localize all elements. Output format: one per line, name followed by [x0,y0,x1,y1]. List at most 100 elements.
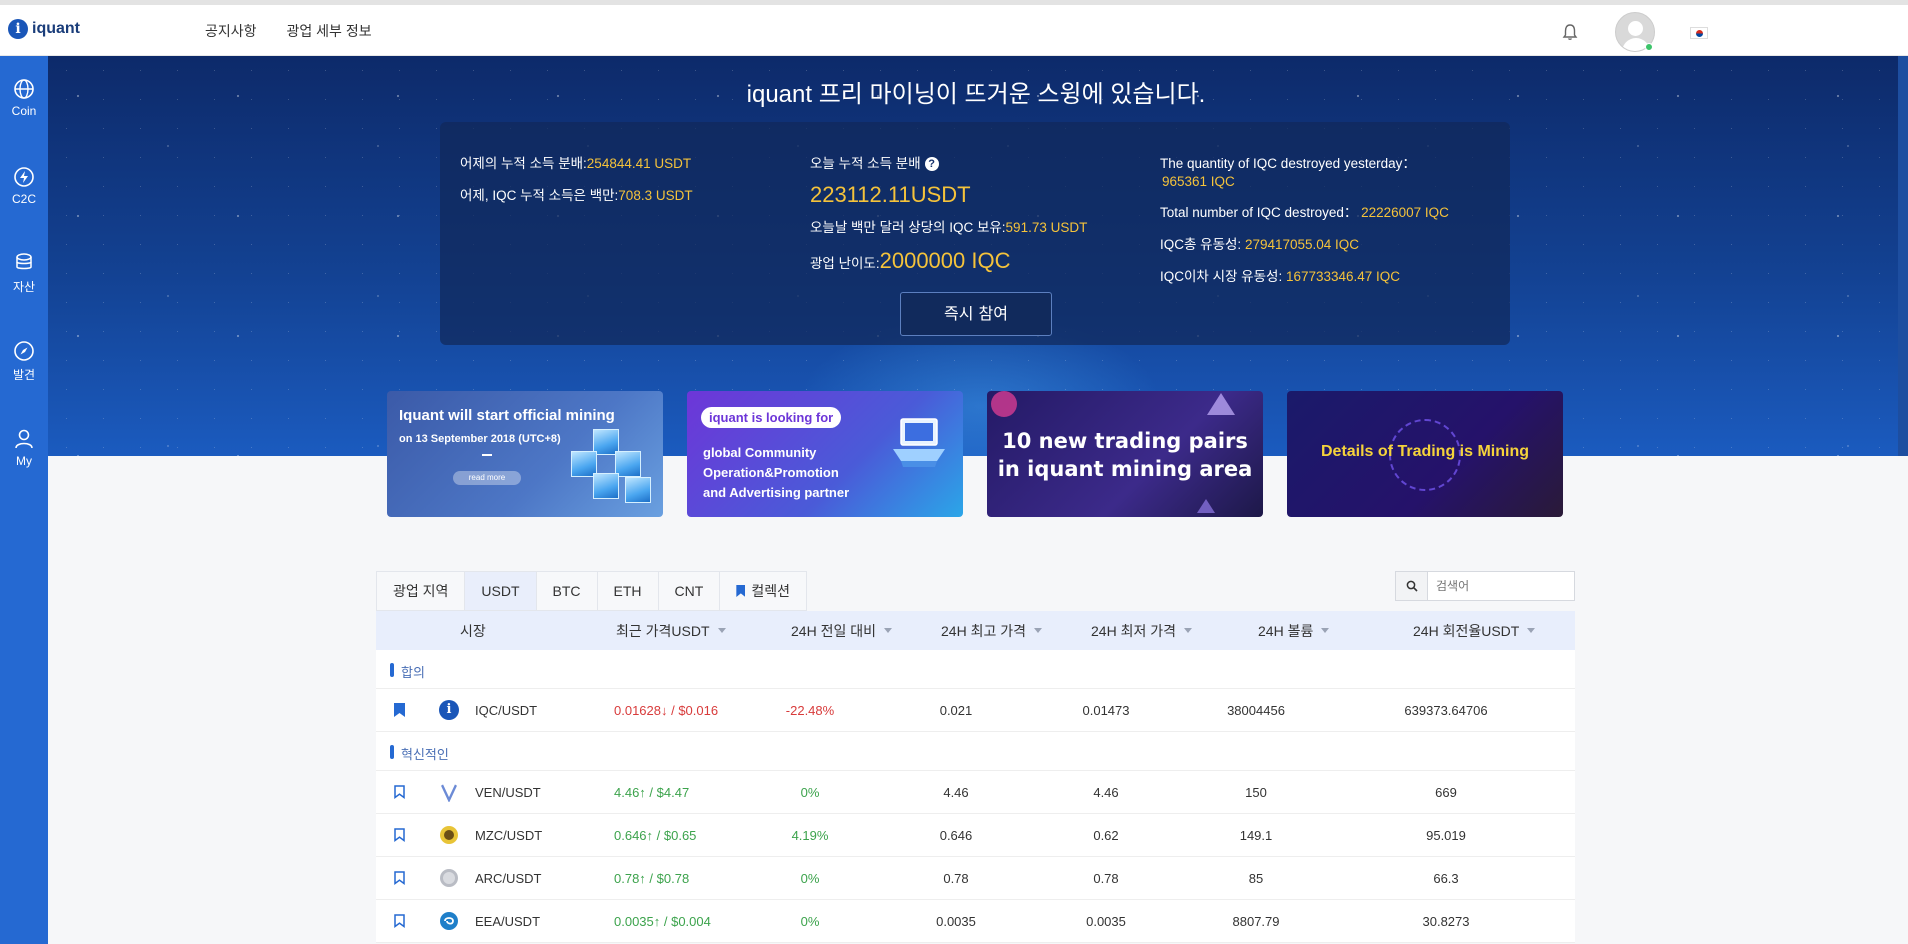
table-row[interactable]: MZC/USDT 0.646↑ / $0.65 4.19% 0.646 0.62… [376,814,1575,857]
col-24h-change[interactable]: 24H 전일 대비 [791,621,892,641]
pair-name: EEA/USDT [475,914,541,929]
col-label: 24H 최고 가격 [941,622,1026,639]
turnover: 639373.64706 [1404,703,1488,718]
last-price: 0.0035↑ / $0.004 [614,914,711,929]
tab-label: 컬렉션 [751,583,790,599]
col-last-price[interactable]: 최근 가격USDT [616,621,726,641]
col-label: 시장 [460,622,486,639]
banner-pill: iquant is looking for [701,407,842,428]
tab-eth[interactable]: ETH [596,571,658,611]
sort-caret-icon [717,628,726,633]
table-row[interactable]: EEA/USDT 0.0035↑ / $0.004 0% 0.0035 0.00… [376,900,1575,943]
sidebar-item-my[interactable]: My [0,428,48,488]
sidebar: Coin C2C 자산 발견 My [0,56,48,944]
banner-partner-recruit[interactable]: iquant is looking for global Community O… [687,391,963,517]
tab-collection[interactable]: 컬렉션 [719,571,807,611]
secondary-liquidity-label: IQC이차 시장 유동성: [1160,269,1283,284]
col-market[interactable]: 시장 [460,621,486,641]
search-input[interactable] [1428,572,1574,600]
tab-mining-area[interactable]: 광업 지역 [376,571,465,611]
last-price: 0.01628↓ / $0.016 [614,703,719,718]
high: 0.0035 [936,914,976,929]
destroyed-yesterday-label: The quantity of IQC destroyed yesterday： [1160,156,1416,171]
banner-line: in iquant mining area [997,457,1253,481]
volume: 150 [1245,785,1267,800]
col-24h-high[interactable]: 24H 최고 가격 [941,621,1042,641]
bookmark-outline-icon[interactable] [394,871,405,885]
low: 0.78 [1093,871,1119,886]
tab-btc[interactable]: BTC [535,571,597,611]
change: 0% [800,785,820,800]
sort-caret-icon [1183,628,1192,633]
stats-column-today: 오늘 누적 소득 분배? 223112.11USDT 오늘날 백만 달러 상당의… [810,152,1087,286]
low: 4.46 [1093,785,1119,800]
last-price: 0.78↑ / $0.78 [614,871,690,886]
nav-notice[interactable]: 공지사항 [205,21,257,41]
bookmark-outline-icon[interactable] [394,914,405,928]
sidebar-item-assets[interactable]: 자산 [0,252,48,312]
col-label: 24H 전일 대비 [791,622,876,639]
high: 0.021 [939,703,973,718]
banner-subtitle: on 13 September 2018 (UTC+8) [399,433,561,445]
turnover: 95.019 [1426,828,1466,843]
high: 4.46 [943,785,969,800]
sidebar-item-label: 발견 [12,368,36,382]
difficulty-label: 광업 난이도: [810,256,880,271]
turnover: 66.3 [1433,871,1459,886]
total-liquidity-label: IQC총 유동성: [1160,237,1242,252]
sort-caret-icon [1527,628,1536,633]
korea-flag-icon[interactable] [1690,27,1708,39]
nav-mining-details[interactable]: 광업 세부 정보 [287,21,372,41]
sidebar-item-coin[interactable]: Coin [0,78,48,138]
col-24h-turnover[interactable]: 24H 회전율USDT [1413,621,1536,641]
col-24h-low[interactable]: 24H 최저 가격 [1091,621,1192,641]
yesterday-cum-value: 254844.41 USDT [586,156,692,171]
volume: 38004456 [1227,703,1285,718]
sidebar-item-c2c[interactable]: C2C [0,166,48,226]
logo-text: iquant [32,20,80,37]
help-icon[interactable]: ? [924,157,939,172]
table-row[interactable]: ARC/USDT 0.78↑ / $0.78 0% 0.78 0.78 85 6… [376,857,1575,900]
high: 0.646 [939,828,973,843]
arc-coin-icon [440,869,458,887]
sidebar-item-discover[interactable]: 발견 [0,340,48,400]
tab-cnt[interactable]: CNT [657,571,720,611]
join-now-button[interactable]: 즉시 참여 [900,292,1052,336]
volume: 85 [1248,871,1264,886]
sidebar-item-label: My [16,454,32,468]
sort-caret-icon [1033,628,1042,633]
market-search [1395,571,1575,601]
logo[interactable]: i iquant [8,19,80,39]
bookmark-outline-icon[interactable] [394,828,405,842]
read-more-button[interactable]: read more [453,471,521,485]
banner-line: and Advertising partner [703,485,850,500]
col-24h-volume[interactable]: 24H 볼륨 [1258,621,1330,641]
table-row[interactable]: i IQC/USDT 0.01628↓ / $0.016 -22.48% 0.0… [376,689,1575,732]
banner-title: Iquant will start official mining [399,407,615,424]
search-button[interactable] [1396,572,1428,600]
banner-line: global Community [703,445,817,460]
scrollbar[interactable] [1898,56,1908,456]
banner-text: global Community Operation&Promotion and… [703,443,849,503]
banner-new-pairs[interactable]: 10 new trading pairs in iquant mining ar… [987,391,1263,517]
mining-stats-panel: 어제의 누적 소득 분배:254844.41 USDT 어제, IQC 누적 소… [440,122,1510,345]
bell-icon[interactable] [1562,23,1578,41]
change: 0% [800,914,820,929]
eea-coin-icon [440,912,458,930]
mining-cubes-image [563,429,653,509]
banner-line: Operation&Promotion [703,465,839,480]
tab-usdt[interactable]: USDT [464,571,536,611]
destroyed-yesterday-value: 965361 IQC [1162,174,1235,189]
market-tabs: 광업 지역 USDT BTC ETH CNT 컬렉션 [376,571,807,611]
pair-name: IQC/USDT [475,703,538,718]
bookmark-filled-icon[interactable] [394,703,405,717]
low: 0.01473 [1082,703,1130,718]
banner-official-mining[interactable]: Iquant will start official mining on 13 … [387,391,663,517]
bookmark-outline-icon[interactable] [394,785,405,799]
banner-trading-is-mining[interactable]: Details of Trading is Mining [1287,391,1563,517]
today-hold-label: 오늘날 백만 달러 상당의 IQC 보유: [810,220,1006,235]
change: 0% [800,871,820,886]
table-header: 시장 최근 가격USDT 24H 전일 대비 24H 최고 가격 24H 최저 … [376,611,1575,650]
table-row[interactable]: VEN/USDT 4.46↑ / $4.47 0% 4.46 4.46 150 … [376,771,1575,814]
stats-column-destroyed: The quantity of IQC destroyed yesterday：… [1160,152,1449,297]
